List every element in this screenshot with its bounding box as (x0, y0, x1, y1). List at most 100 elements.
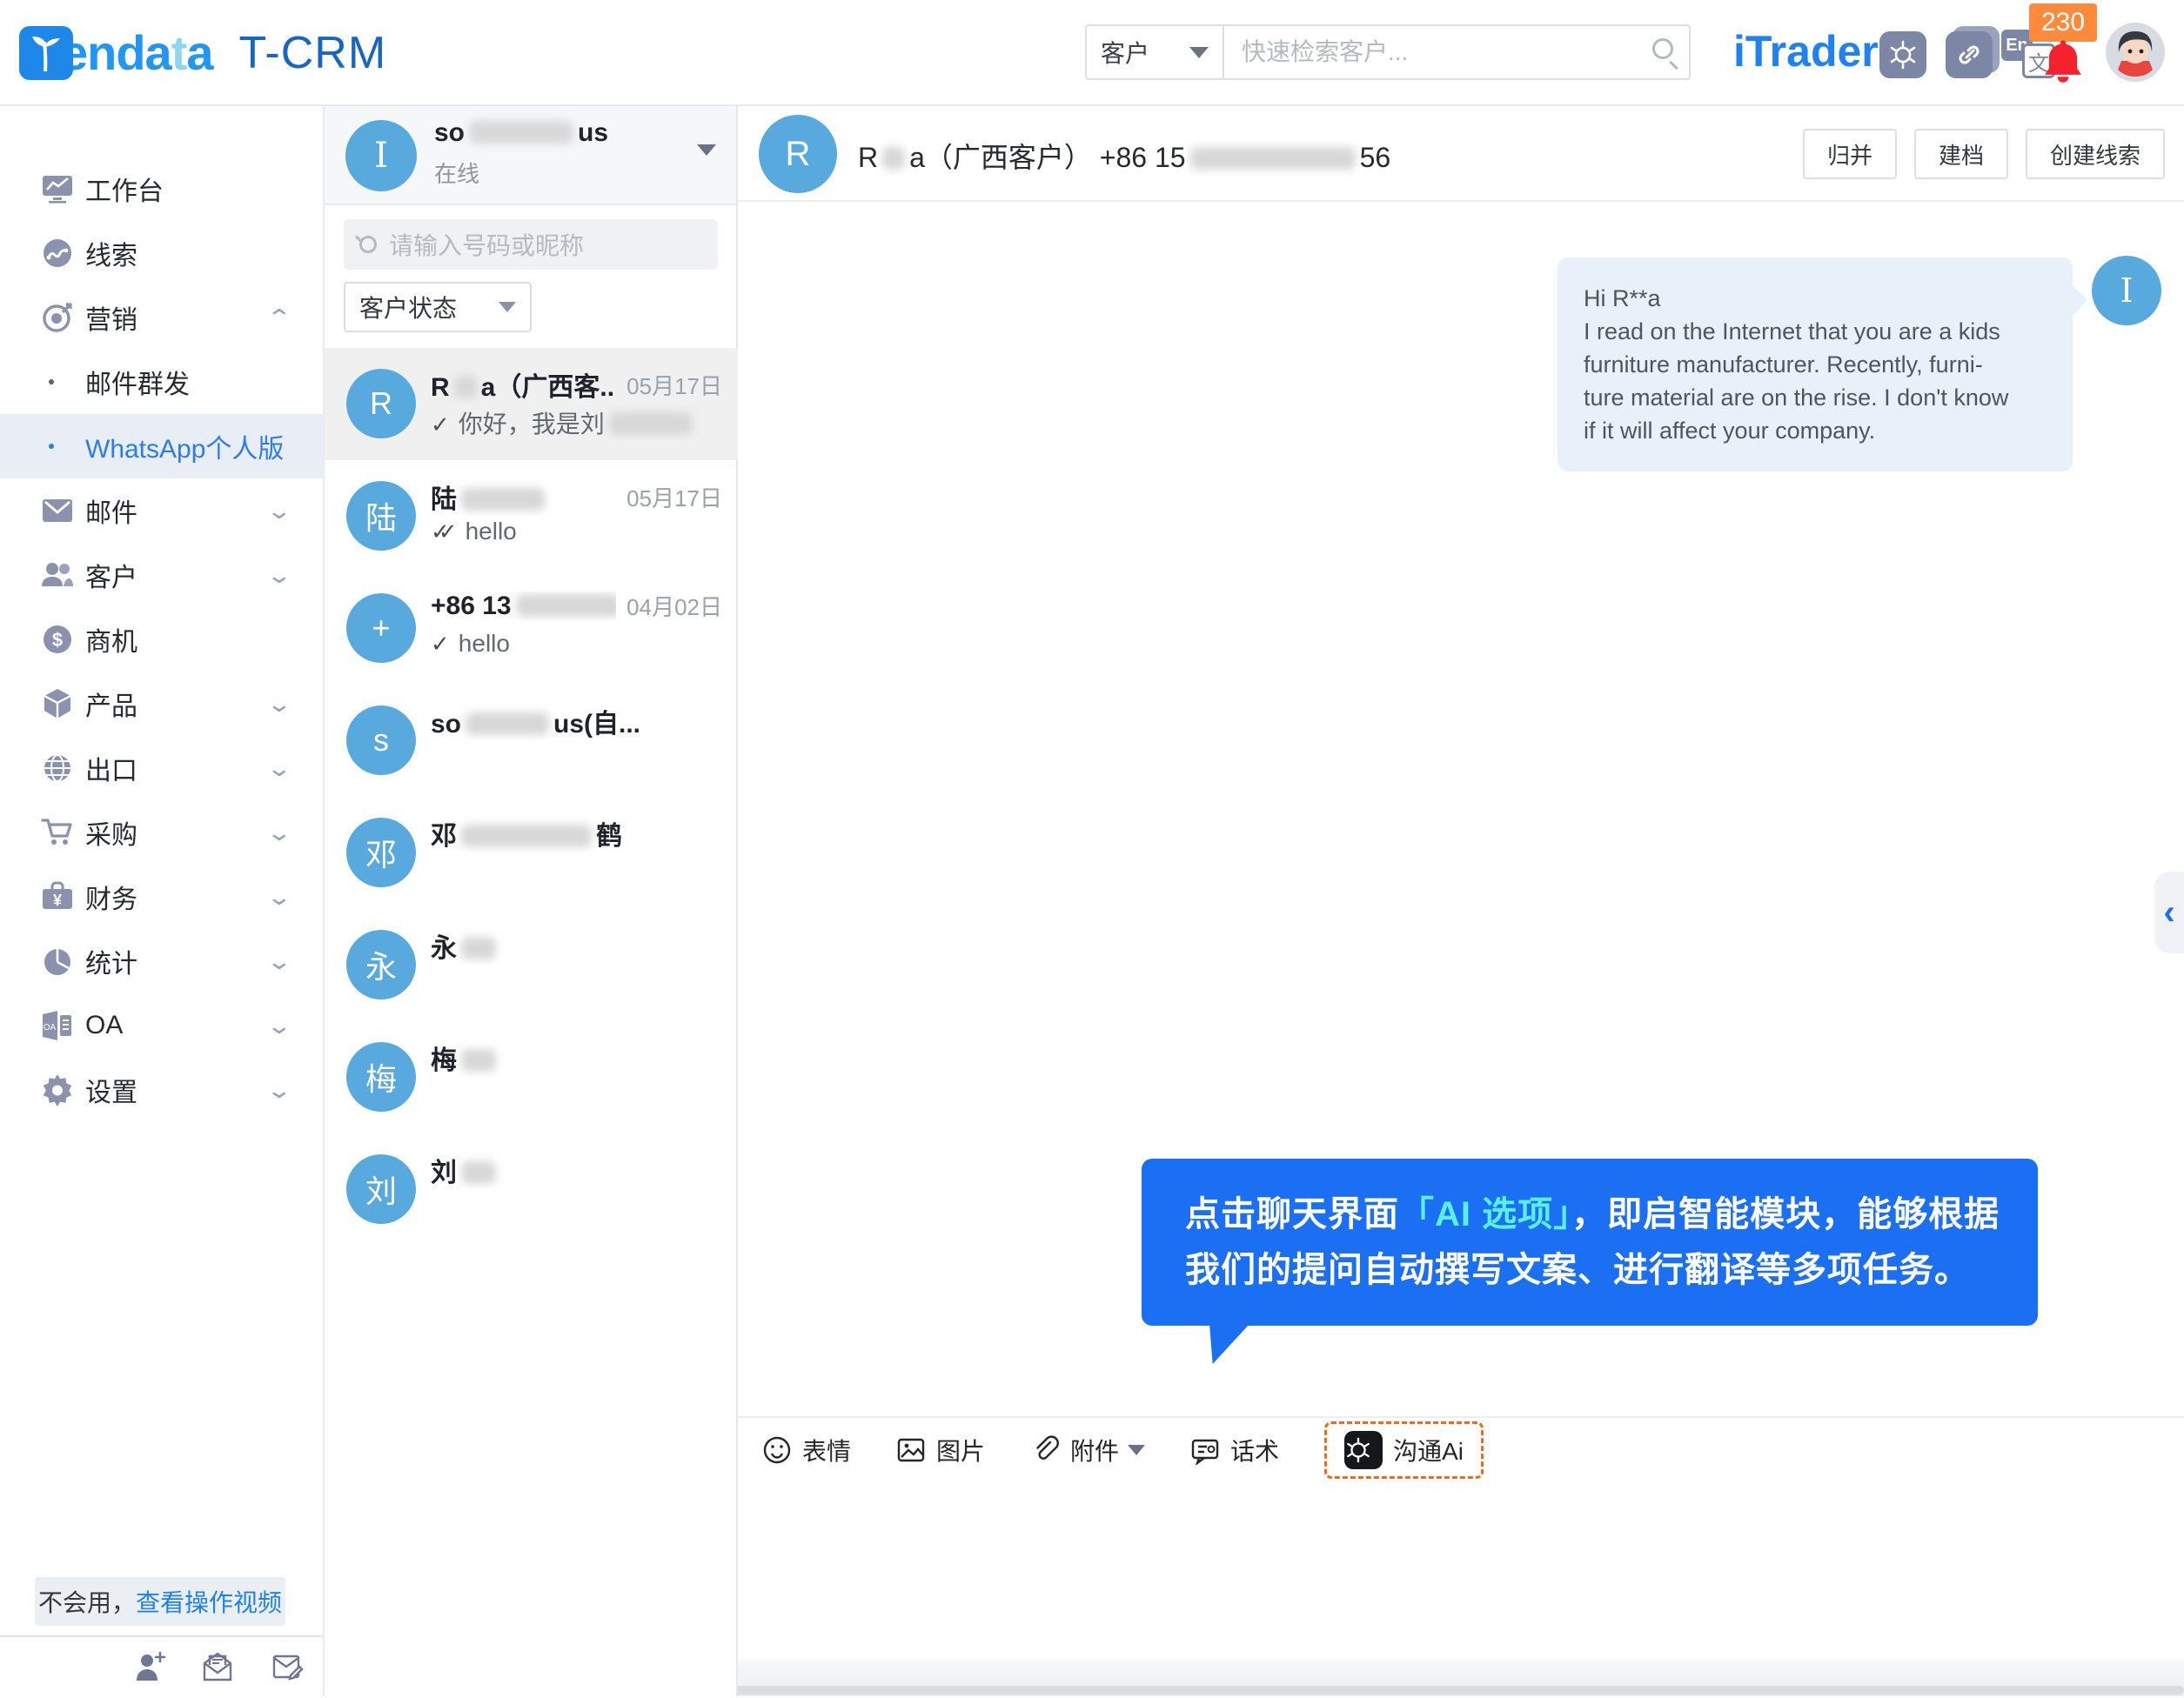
contact-name: 邓鹤 (431, 814, 722, 852)
incoming-message-bubble: Hi R**aI read on the Internet that you a… (1558, 257, 2073, 471)
marketing-icon (40, 300, 75, 335)
sidebar-nav: 工作台线索营销⌃邮件群发WhatsApp个人版邮件⌄客户⌄$商机产品⌄出口⌄采购… (0, 106, 323, 1122)
bullet-dot-icon (49, 444, 54, 449)
collapse-panel-toggle[interactable]: ‹ (2154, 872, 2184, 953)
search-category-select[interactable]: 客户 (1085, 24, 1224, 80)
product-name: T-CRM (239, 27, 387, 79)
sidebar-item-产品[interactable]: 产品⌄ (0, 672, 323, 736)
notification-bell[interactable]: 230 (2036, 3, 2104, 90)
message-line: Hi R**a (1584, 282, 2047, 315)
link-icon[interactable] (1946, 31, 1993, 78)
message-line: ture material are on the rise. I don't k… (1584, 381, 2047, 414)
open-mail-icon[interactable] (200, 1649, 235, 1684)
contact-name: Ra（广西客... (431, 365, 616, 404)
conversation-item[interactable]: 刘刘 (325, 1133, 738, 1246)
chat-area: R Ra（广西客户） +86 1556 归并建档创建线索 Hi R**aI re… (738, 106, 2184, 1696)
redacted-text (469, 121, 573, 144)
sidebar-item-工作台[interactable]: 工作台 (0, 157, 323, 221)
gpt-icon[interactable] (1879, 31, 1926, 78)
sidebar-item-邮件[interactable]: 邮件⌄ (0, 478, 323, 543)
toolbar-item-沟通Ai[interactable]: 沟通Ai (1324, 1421, 1484, 1479)
sidebar-item-邮件群发[interactable]: 邮件群发 (0, 350, 323, 414)
chat-contact-title: Ra（广西客户） +86 1556 (858, 136, 1390, 176)
sidebar-item-label: 客户 (85, 556, 137, 594)
sidebar-item-商机[interactable]: $商机 (0, 607, 323, 672)
sidebar-item-营销[interactable]: 营销⌃ (0, 285, 323, 350)
svg-text:$: $ (52, 629, 63, 651)
chat-action-button-建档[interactable]: 建档 (1914, 129, 2008, 179)
sidebar-item-财务[interactable]: ¥财务⌄ (0, 865, 323, 929)
chat-action-button-归并[interactable]: 归并 (1803, 129, 1897, 179)
main-sidebar: 工作台线索营销⌃邮件群发WhatsApp个人版邮件⌄客户⌄$商机产品⌄出口⌄采购… (0, 106, 325, 1696)
conversation-item[interactable]: ssous(自... (325, 685, 738, 797)
last-message-preview: ✓你好，我是刘 (431, 405, 722, 440)
chevron-down-icon[interactable] (697, 144, 716, 156)
chat-action-button-创建线索[interactable]: 创建线索 (2026, 129, 2165, 179)
toolbar-item-表情[interactable]: 表情 (762, 1433, 851, 1467)
customers-icon (40, 558, 75, 592)
user-avatar[interactable] (2106, 23, 2165, 82)
sidebar-item-设置[interactable]: 设置⌄ (0, 1058, 323, 1122)
contact-avatar: s (346, 705, 416, 775)
sidebar-item-线索[interactable]: 线索 (0, 221, 323, 285)
toolbar-item-label: 图片 (936, 1433, 985, 1467)
sidebar-item-label: 出口 (85, 749, 137, 787)
contact-avatar: 陆 (346, 481, 416, 551)
sidebar-item-客户[interactable]: 客户⌄ (0, 543, 323, 607)
sidebar-item-WhatsApp个人版[interactable]: WhatsApp个人版 (0, 414, 323, 478)
toolbar-item-label: 话术 (1230, 1433, 1279, 1467)
global-search-input[interactable] (1224, 26, 1689, 78)
conversation-item[interactable]: 邓邓鹤 (325, 797, 738, 909)
whatsapp-account-header[interactable]: I sous 在线 (325, 106, 736, 205)
message-line: if it will affect your company. (1584, 414, 2047, 447)
sidebar-item-OA[interactable]: OAOA⌄ (0, 993, 323, 1058)
oa-icon: OA (40, 1008, 75, 1043)
search-icon[interactable] (1652, 38, 1673, 59)
watch-video-link[interactable]: 查看操作视频 (136, 1584, 282, 1619)
image-icon (896, 1435, 926, 1465)
export-icon (40, 751, 75, 785)
sidebar-item-label: WhatsApp个人版 (85, 427, 284, 465)
conversation-item[interactable]: 梅梅 (325, 1021, 738, 1133)
chevron-down-icon (499, 302, 516, 312)
sidebar-item-label: 邮件群发 (85, 363, 190, 401)
toolbar-item-图片[interactable]: 图片 (896, 1433, 985, 1467)
sidebar-item-出口[interactable]: 出口⌄ (0, 736, 323, 800)
toolbar-item-话术[interactable]: 话术 (1190, 1433, 1279, 1467)
last-message-preview: ✓✓hello (431, 518, 722, 545)
sidebar-item-采购[interactable]: 采购⌄ (0, 800, 323, 865)
add-contact-icon[interactable] (132, 1649, 167, 1684)
toolbar-item-附件[interactable]: 附件 (1030, 1433, 1145, 1467)
chevron-down-icon (1189, 47, 1209, 58)
contact-avatar: R (346, 369, 416, 438)
contact-name: +86 13... (431, 592, 616, 621)
sidebar-item-label: 线索 (85, 234, 137, 272)
redacted-text (454, 376, 477, 398)
chevron-down-icon: ⌄ (266, 948, 293, 975)
tendata-logo-icon (19, 26, 73, 80)
sidebar-item-统计[interactable]: 统计⌄ (0, 929, 323, 993)
conversation-item[interactable]: ++86 13...04月02日✓hello (325, 572, 738, 685)
callout-text: 我们的提问自动撰写文案、进行翻译等多项任务。 (1185, 1251, 1970, 1289)
brand-wordmark: endata (61, 24, 213, 81)
compose-mail-icon[interactable] (270, 1649, 305, 1684)
message-line: furniture manufacturer. Recently, furni- (1584, 348, 2047, 381)
conversation-item[interactable]: 永永 (325, 909, 738, 1021)
itrader-brand[interactable]: iTrader (1733, 26, 1879, 77)
products-icon (40, 686, 75, 721)
chevron-up-icon: ⌃ (266, 304, 293, 331)
search-icon (359, 236, 377, 253)
statistics-icon (40, 944, 75, 979)
sidebar-item-label: 设置 (85, 1071, 137, 1109)
customer-status-filter[interactable]: 客户状态 (344, 282, 532, 332)
svg-text:¥: ¥ (53, 892, 62, 909)
callout-accent-text: 「AI 选项」 (1399, 1195, 1571, 1233)
redacted-text (461, 937, 496, 959)
conversation-item[interactable]: 陆陆05月17日✓✓hello (325, 460, 738, 572)
redacted-text (882, 147, 905, 170)
conversation-date: 04月02日 (626, 590, 722, 622)
sidebar-item-label: 财务 (85, 878, 137, 916)
procurement-icon (40, 815, 75, 850)
contact-search-box[interactable]: 请输入号码或昵称 (344, 219, 718, 270)
conversation-item[interactable]: RRa（广西客...05月17日✓你好，我是刘 (325, 348, 738, 460)
